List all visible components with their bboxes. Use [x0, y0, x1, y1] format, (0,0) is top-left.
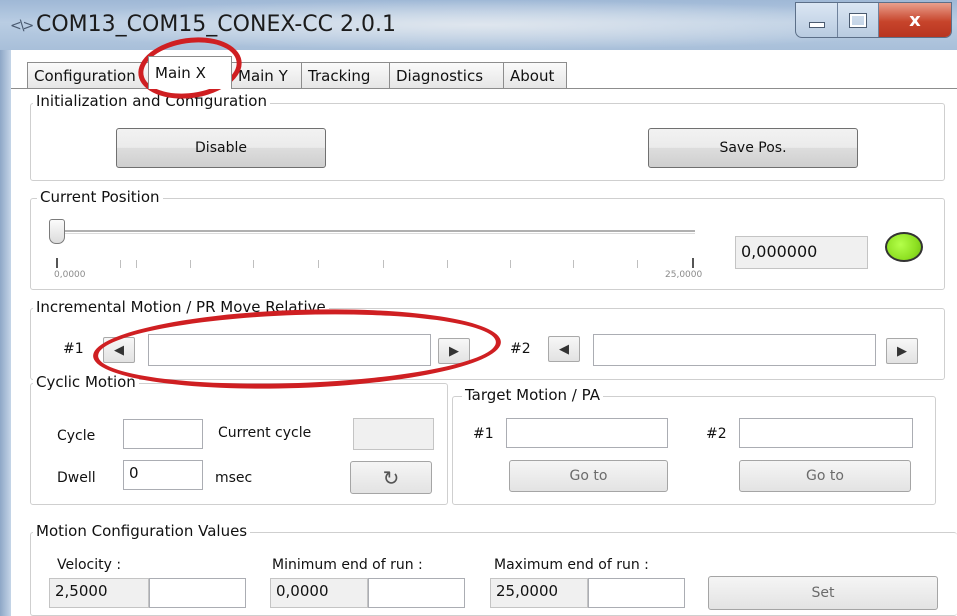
min-end-of-run-edit-field[interactable]	[368, 578, 465, 608]
tab-about[interactable]: About	[503, 62, 567, 88]
tab-main-x[interactable]: Main X	[148, 56, 232, 89]
arrow-left-icon: ◀	[114, 342, 124, 358]
incremental-1-field[interactable]	[148, 334, 431, 366]
slider-tick	[136, 260, 137, 268]
slider-tick	[190, 260, 191, 268]
incremental-motion-legend: Incremental Motion / PR Move Relative	[33, 298, 329, 316]
minimize-icon	[808, 22, 825, 28]
slider-min-label: 0,0000	[54, 270, 86, 280]
current-cycle-label: Current cycle	[218, 425, 312, 441]
target-1-field[interactable]	[506, 418, 668, 448]
target-2-goto-button[interactable]: Go to	[739, 460, 911, 492]
init-config-legend: Initialization and Configuration	[33, 92, 270, 110]
cycle-reset-button[interactable]: ↻	[350, 461, 432, 494]
slider-tick	[692, 258, 694, 268]
min-end-of-run-label: Minimum end of run :	[272, 557, 423, 573]
target-2-field[interactable]	[739, 418, 913, 448]
incremental-2-left-button[interactable]: ◀	[548, 336, 580, 362]
slider-max-label: 25,0000	[665, 270, 703, 280]
arrow-left-icon: ◀	[559, 341, 569, 357]
velocity-field: 2,5000	[49, 578, 149, 608]
refresh-icon: ↻	[382, 465, 400, 490]
window-controls: x	[795, 2, 952, 38]
slider-tick	[318, 260, 319, 268]
target-motion-legend: Target Motion / PA	[462, 386, 603, 404]
position-slider-track-shadow	[55, 232, 695, 234]
tab-tracking-label: Tracking	[308, 66, 371, 85]
tab-configuration-label: Configuration	[34, 66, 136, 85]
slider-tick	[510, 260, 511, 268]
incremental-label-2: #2	[510, 341, 531, 357]
max-end-of-run-edit-field[interactable]	[588, 578, 685, 608]
velocity-label: Velocity :	[57, 557, 122, 573]
max-end-of-run-label: Maximum end of run :	[494, 557, 649, 573]
max-end-of-run-field: 25,0000	[490, 578, 588, 608]
tab-main-x-label: Main X	[155, 64, 206, 82]
incremental-label-1: #1	[63, 341, 84, 357]
minimize-button[interactable]	[796, 3, 839, 37]
target-label-2: #2	[706, 426, 727, 442]
min-end-of-run-field: 0,0000	[270, 578, 368, 608]
tab-diagnostics[interactable]: Diagnostics	[389, 62, 504, 88]
status-led-icon	[885, 232, 923, 262]
incremental-1-right-button[interactable]: ▶	[438, 338, 470, 364]
current-position-legend: Current Position	[37, 188, 163, 206]
close-button[interactable]: x	[878, 3, 951, 37]
tab-about-label: About	[510, 66, 555, 85]
cycle-field[interactable]	[123, 419, 203, 449]
tab-main-y-label: Main Y	[238, 66, 288, 85]
tab-diagnostics-label: Diagnostics	[396, 66, 484, 85]
current-position-value: 0,000000	[735, 236, 868, 269]
slider-tick	[56, 258, 58, 268]
maximize-icon	[849, 12, 868, 28]
slider-tick	[447, 260, 448, 268]
slider-tick	[120, 260, 121, 268]
cyclic-motion-legend: Cyclic Motion	[33, 373, 139, 391]
close-icon: x	[909, 9, 921, 31]
window-title: COM13_COM15_CONEX-CC 2.0.1	[36, 12, 396, 37]
dwell-field[interactable]: 0	[123, 460, 203, 490]
slider-tick	[383, 260, 384, 268]
target-label-1: #1	[473, 426, 494, 442]
velocity-edit-field[interactable]	[149, 578, 246, 608]
cycle-label: Cycle	[57, 428, 96, 444]
incremental-2-field[interactable]	[593, 334, 876, 366]
tab-main-y[interactable]: Main Y	[231, 62, 302, 88]
slider-tick	[253, 260, 254, 268]
maximize-button[interactable]	[838, 3, 879, 37]
arrow-right-icon: ▶	[897, 343, 907, 359]
set-button[interactable]: Set	[708, 576, 938, 610]
window-left-border	[0, 50, 11, 616]
current-cycle-field	[353, 418, 434, 450]
save-pos-button[interactable]: Save Pos.	[648, 128, 858, 168]
incremental-2-right-button[interactable]: ▶	[886, 338, 918, 364]
motion-config-legend: Motion Configuration Values	[33, 522, 251, 540]
position-slider-thumb[interactable]	[49, 219, 65, 244]
dwell-unit-label: msec	[215, 470, 253, 486]
disable-button[interactable]: Disable	[116, 128, 326, 168]
serial-link-icon: <\>	[10, 18, 34, 34]
tab-configuration[interactable]: Configuration	[27, 62, 149, 88]
slider-tick	[573, 260, 574, 268]
tab-tracking[interactable]: Tracking	[301, 62, 390, 88]
dwell-label: Dwell	[57, 470, 96, 486]
target-1-goto-button[interactable]: Go to	[509, 460, 668, 492]
incremental-1-left-button[interactable]: ◀	[103, 337, 135, 363]
slider-tick	[637, 260, 638, 268]
arrow-right-icon: ▶	[449, 343, 459, 359]
